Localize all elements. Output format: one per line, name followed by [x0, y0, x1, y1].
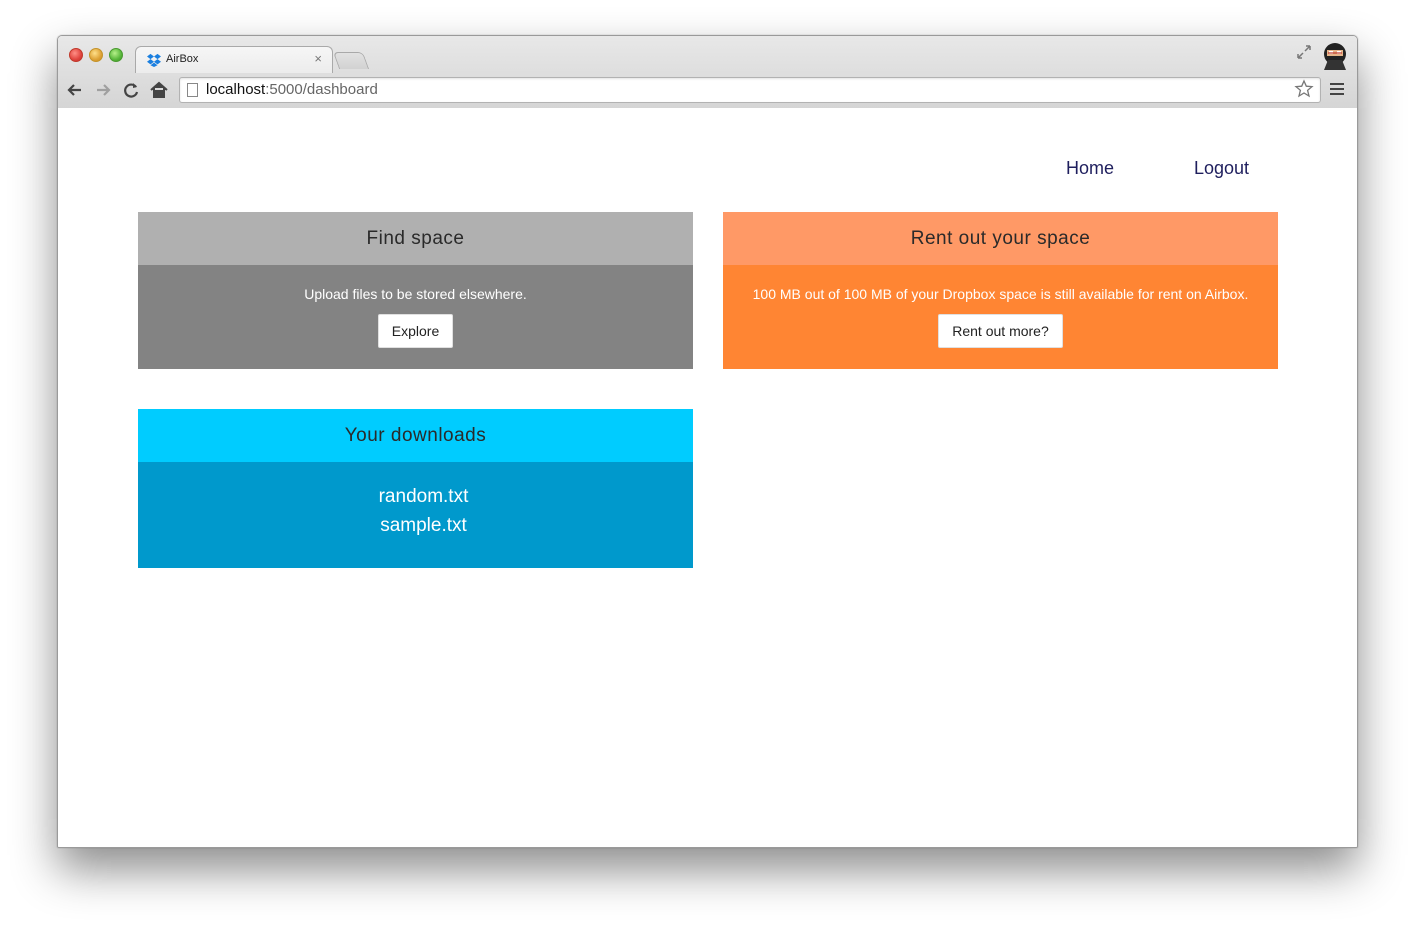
- downloads-title: Your downloads: [138, 409, 693, 462]
- find-space-description: Upload files to be stored elsewhere.: [304, 286, 527, 302]
- rent-out-more-button[interactable]: Rent out more?: [938, 314, 1063, 348]
- downloads-list: random.txt sample.txt: [138, 462, 693, 540]
- downloads-body: random.txt sample.txt: [138, 462, 693, 568]
- dashboard-page: Home Logout Find space Upload files to b…: [58, 108, 1357, 847]
- download-item[interactable]: sample.txt: [154, 511, 693, 540]
- address-bar[interactable]: localhost:5000/dashboard: [179, 77, 1321, 103]
- tab-close-icon[interactable]: ×: [314, 51, 322, 66]
- fullscreen-icon[interactable]: [1296, 44, 1312, 60]
- star-icon[interactable]: [1294, 78, 1314, 100]
- tab-title: AirBox: [166, 53, 199, 65]
- rent-space-description: 100 MB out of 100 MB of your Dropbox spa…: [752, 286, 1249, 302]
- browser-window: AirBox × localhost:5000/dashboard Home L…: [57, 35, 1358, 848]
- find-space-body: Upload files to be stored elsewhere. Exp…: [138, 265, 693, 369]
- nav-logout-link[interactable]: Logout: [1194, 158, 1249, 179]
- url-path: :5000/dashboard: [265, 81, 378, 98]
- url-text[interactable]: localhost:5000/dashboard: [206, 81, 378, 98]
- downloads-panel: Your downloads random.txt sample.txt: [138, 409, 693, 568]
- new-tab-button[interactable]: [332, 52, 370, 69]
- reload-icon[interactable]: [120, 79, 142, 101]
- forward-arrow-icon[interactable]: [92, 79, 114, 101]
- rent-space-title: Rent out your space: [723, 212, 1278, 265]
- find-space-title: Find space: [138, 212, 693, 265]
- find-space-panel: Find space Upload files to be stored els…: [138, 212, 693, 369]
- nav-home-link[interactable]: Home: [1066, 158, 1114, 179]
- rent-space-panel: Rent out your space 100 MB out of 100 MB…: [723, 212, 1278, 369]
- close-window-button[interactable]: [69, 48, 83, 62]
- home-icon[interactable]: [148, 79, 170, 101]
- menu-icon[interactable]: [1330, 80, 1344, 100]
- profile-avatar-icon[interactable]: [1320, 40, 1350, 70]
- browser-chrome: AirBox × localhost:5000/dashboard: [58, 36, 1357, 109]
- url-host: localhost: [206, 81, 266, 98]
- browser-toolbar: localhost:5000/dashboard: [58, 72, 1357, 108]
- download-item[interactable]: random.txt: [154, 482, 693, 511]
- back-arrow-icon[interactable]: [64, 79, 86, 101]
- explore-button[interactable]: Explore: [377, 314, 454, 348]
- minimize-window-button[interactable]: [89, 48, 103, 62]
- rent-space-body: 100 MB out of 100 MB of your Dropbox spa…: [723, 265, 1278, 369]
- page-icon: [187, 83, 198, 97]
- dropbox-icon: [147, 53, 161, 67]
- zoom-window-button[interactable]: [109, 48, 123, 62]
- browser-tab[interactable]: AirBox ×: [135, 46, 333, 73]
